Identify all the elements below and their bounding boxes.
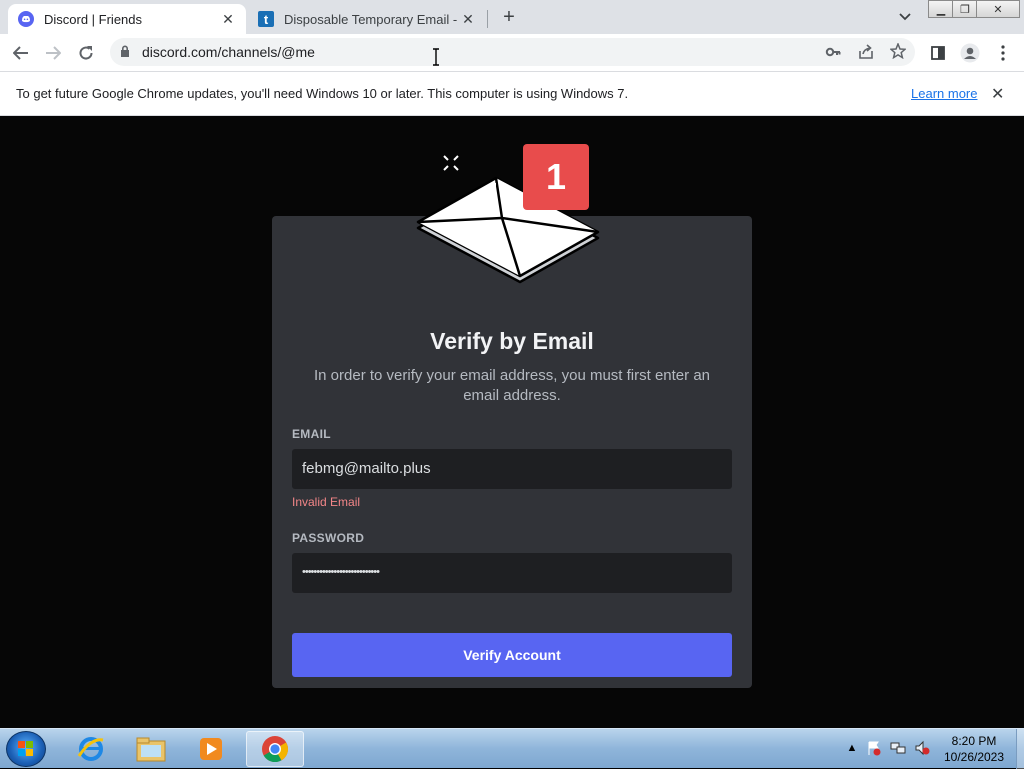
side-panel-icon[interactable] [925,40,951,66]
forward-button[interactable] [40,40,66,66]
browser-toolbar: discord.com/channels/@me [0,34,1024,71]
menu-kebab-icon[interactable] [990,40,1016,66]
email-field[interactable]: febmg@mailto.plus [292,449,732,489]
verify-account-button[interactable]: Verify Account [292,633,732,677]
tab-strip: Discord | Friends ✕ t Disposable Tempora… [0,0,1024,34]
maximize-button[interactable]: ❐ [952,0,978,18]
close-tab-icon[interactable]: ✕ [220,11,236,27]
discord-page: Verify by Email In order to verify your … [0,116,1024,728]
internet-explorer-icon[interactable] [62,731,120,767]
tab-discord[interactable]: Discord | Friends ✕ [8,4,246,34]
media-player-icon[interactable] [182,731,240,767]
action-center-flag-icon[interactable] [866,740,882,756]
password-label: PASSWORD [292,531,365,545]
close-infobar-icon[interactable]: ✕ [991,84,1004,104]
show-desktop-button[interactable] [1016,729,1024,769]
tab-title: Disposable Temporary Email - Te [284,11,460,27]
network-icon[interactable] [890,740,906,756]
learn-more-link[interactable]: Learn more [911,86,977,101]
text-cursor-icon [431,48,441,71]
minimize-button[interactable]: ▁ [928,0,954,18]
show-hidden-icons[interactable]: ▲ [844,740,860,756]
discord-icon [18,11,34,27]
volume-muted-icon[interactable] [914,740,930,756]
close-window-button[interactable]: ✕ [976,0,1020,18]
file-explorer-icon[interactable] [122,731,180,767]
back-button[interactable] [8,40,34,66]
tab-temp-email[interactable]: t Disposable Temporary Email - Te ✕ [248,4,486,34]
close-tab-icon[interactable]: ✕ [460,11,476,27]
password-field[interactable]: ••••••••••••••••••••••••••• [292,553,732,593]
clock-date: 10/26/2023 [943,750,1005,764]
reload-button[interactable] [73,40,99,66]
email-error: Invalid Email [292,495,361,509]
new-tab-button[interactable]: + [498,6,520,28]
profile-avatar-icon[interactable] [957,40,983,66]
system-clock[interactable]: 8:20 PM 10/26/2023 [936,733,1012,765]
tab-title: Discord | Friends [44,11,143,27]
infobar-message: To get future Google Chrome updates, you… [16,86,629,101]
modal-title: Verify by Email [430,328,594,354]
modal-subtitle: In order to verify your email address, y… [314,367,710,404]
url-text: discord.com/channels/@me [142,44,315,60]
t-icon: t [258,11,274,27]
share-icon[interactable] [858,44,874,65]
tab-search-icon[interactable] [895,8,915,26]
verify-email-modal: Verify by Email In order to verify your … [272,216,752,688]
clock-time: 8:20 PM [951,734,997,748]
notification-badge: 1 [523,144,589,210]
tab-divider [487,10,488,28]
bookmark-star-icon[interactable] [889,41,907,64]
windows-taskbar: ▲ 8:20 PM 10/26/2023 [0,728,1024,769]
update-infobar: To get future Google Chrome updates, you… [0,71,1024,116]
start-button[interactable] [6,731,46,767]
lock-icon[interactable] [120,45,130,63]
address-bar[interactable]: discord.com/channels/@me [110,38,915,66]
key-icon[interactable] [825,44,841,65]
email-label: EMAIL [292,427,331,441]
chrome-icon[interactable] [246,731,304,767]
